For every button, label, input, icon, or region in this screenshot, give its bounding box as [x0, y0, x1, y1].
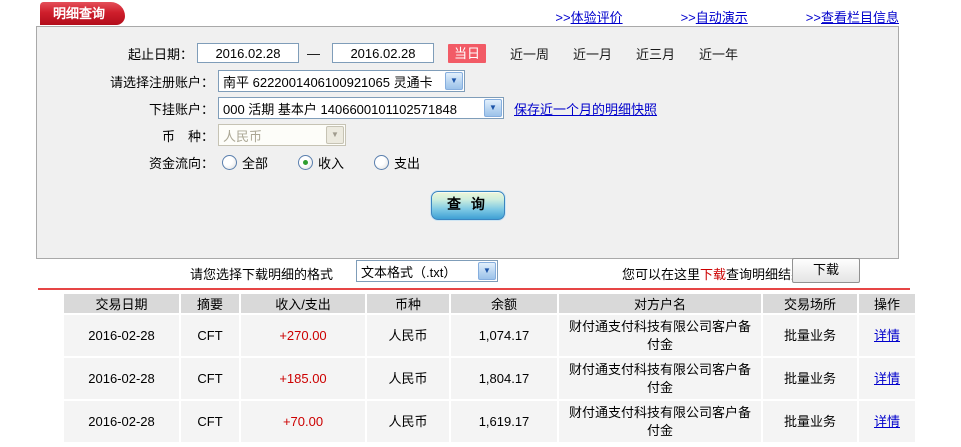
cell-summary: CFT	[181, 315, 239, 356]
range-last-year[interactable]: 近一年	[699, 44, 738, 63]
cell-amount: +70.00	[241, 401, 365, 442]
query-button-row: 查 询	[37, 191, 898, 220]
link-prefix: >>	[805, 10, 821, 25]
date-range-row: 起止日期： — 当日 近一周 近一月 近三月 近一年	[37, 42, 898, 64]
cell-summary: CFT	[181, 358, 239, 399]
date-range-label: 起止日期：	[127, 46, 193, 62]
chevron-down-icon: ▼	[484, 99, 502, 117]
cell-summary: CFT	[181, 401, 239, 442]
cell-amount: +270.00	[241, 315, 365, 356]
download-button[interactable]: 下载	[792, 258, 860, 283]
save-monthly-snapshot-link[interactable]: 保存近一个月的明细快照	[514, 99, 657, 118]
range-last-3-months[interactable]: 近三月	[636, 44, 675, 63]
cell-action: 详情	[859, 401, 915, 442]
transaction-table: 交易日期 摘要 收入/支出 币种 余额 对方户名 交易场所 操作 2016-02…	[62, 292, 917, 444]
fund-direction-label: 资金流向：	[148, 155, 214, 171]
cell-currency: 人民币	[367, 401, 449, 442]
cell-currency: 人民币	[367, 358, 449, 399]
sub-account-row: 下挂账户： 000 活期 基本户 1406600101102571848 ▼ 保…	[37, 97, 898, 119]
cell-counterparty: 财付通支付科技有限公司客户备付金	[559, 401, 761, 442]
sub-account-label: 下挂账户：	[148, 101, 214, 117]
link-view-column-info[interactable]: >>查看栏目信息	[806, 7, 899, 26]
cell-venue: 批量业务	[763, 315, 857, 356]
currency-select: 人民币 ▼	[218, 124, 346, 146]
cell-balance: 1,804.17	[451, 358, 557, 399]
col-amount: 收入/支出	[241, 294, 365, 313]
cell-counterparty: 财付通支付科技有限公司客户备付金	[559, 358, 761, 399]
link-auto-demo[interactable]: >>自动演示	[681, 7, 748, 26]
col-balance: 余额	[451, 294, 557, 313]
cell-balance: 1,619.17	[451, 401, 557, 442]
register-account-label: 请选择注册账户：	[109, 74, 214, 90]
radio-expense[interactable]	[374, 154, 390, 170]
radio-all-label: 全部	[242, 155, 269, 171]
range-last-month[interactable]: 近一月	[573, 44, 612, 63]
cell-venue: 批量业务	[763, 358, 857, 399]
link-prefix: >>	[680, 10, 696, 25]
register-account-row: 请选择注册账户： 南平 6222001406100921065 灵通卡 ▼	[37, 70, 898, 92]
table-row: 2016-02-28 CFT +70.00 人民币 1,619.17 财付通支付…	[64, 401, 915, 442]
radio-income[interactable]	[298, 154, 314, 170]
cell-counterparty: 财付通支付科技有限公司客户备付金	[559, 315, 761, 356]
table-header-row: 交易日期 摘要 收入/支出 币种 余额 对方户名 交易场所 操作	[64, 294, 915, 313]
detail-link[interactable]: 详情	[874, 414, 900, 429]
cell-amount: +185.00	[241, 358, 365, 399]
currency-row: 币 种： 人民币 ▼	[37, 124, 898, 146]
chevron-down-icon: ▼	[445, 72, 463, 90]
download-format-label: 请您选择下载明细的格式	[190, 267, 334, 282]
download-format-select[interactable]: 文本格式（.txt） ▼	[356, 260, 498, 282]
detail-link[interactable]: 详情	[874, 371, 900, 386]
today-button[interactable]: 当日	[448, 43, 486, 63]
start-date-input[interactable]	[197, 43, 299, 63]
query-button[interactable]: 查 询	[430, 191, 505, 220]
end-date-input[interactable]	[332, 43, 434, 63]
col-summary: 摘要	[181, 294, 239, 313]
top-links: >>体验评价 >>自动演示 >>查看栏目信息	[555, 7, 899, 26]
fund-direction-row: 资金流向： 全部 收入 支出	[37, 151, 898, 173]
date-separator: —	[307, 45, 320, 61]
table-row: 2016-02-28 CFT +185.00 人民币 1,804.17 财付通支…	[64, 358, 915, 399]
col-counterparty: 对方户名	[559, 294, 761, 313]
tab-detail-query[interactable]: 明细查询	[40, 2, 126, 25]
col-date: 交易日期	[64, 294, 179, 313]
cell-action: 详情	[859, 358, 915, 399]
detail-link[interactable]: 详情	[874, 328, 900, 343]
col-venue: 交易场所	[763, 294, 857, 313]
cell-action: 详情	[859, 315, 915, 356]
range-last-week[interactable]: 近一周	[510, 44, 549, 63]
table-row: 2016-02-28 CFT +270.00 人民币 1,074.17 财付通支…	[64, 315, 915, 356]
cell-venue: 批量业务	[763, 401, 857, 442]
sub-account-select[interactable]: 000 活期 基本户 1406600101102571848 ▼	[218, 97, 504, 119]
radio-income-label: 收入	[318, 155, 345, 171]
col-action: 操作	[859, 294, 915, 313]
cell-date: 2016-02-28	[64, 401, 179, 442]
chevron-down-icon: ▼	[478, 262, 496, 280]
cell-balance: 1,074.17	[451, 315, 557, 356]
chevron-down-icon: ▼	[326, 126, 344, 144]
register-account-select[interactable]: 南平 6222001406100921065 灵通卡 ▼	[218, 70, 465, 92]
download-hint: 您可以在这里下载查询明细结果	[622, 267, 805, 282]
link-prefix: >>	[555, 10, 571, 25]
radio-all[interactable]	[222, 154, 237, 170]
cell-date: 2016-02-28	[64, 315, 179, 356]
download-hint-highlight: 下载	[700, 267, 727, 282]
col-currency: 币种	[367, 294, 449, 313]
cell-date: 2016-02-28	[64, 358, 179, 399]
table-top-divider	[38, 288, 910, 290]
currency-label: 币 种：	[161, 128, 214, 144]
cell-currency: 人民币	[367, 315, 449, 356]
link-experience-evaluation[interactable]: >>体验评价	[555, 7, 622, 26]
radio-expense-label: 支出	[394, 155, 421, 171]
query-form-panel: 起止日期： — 当日 近一周 近一月 近三月 近一年 请选择注册账户： 南平 6…	[36, 26, 899, 259]
